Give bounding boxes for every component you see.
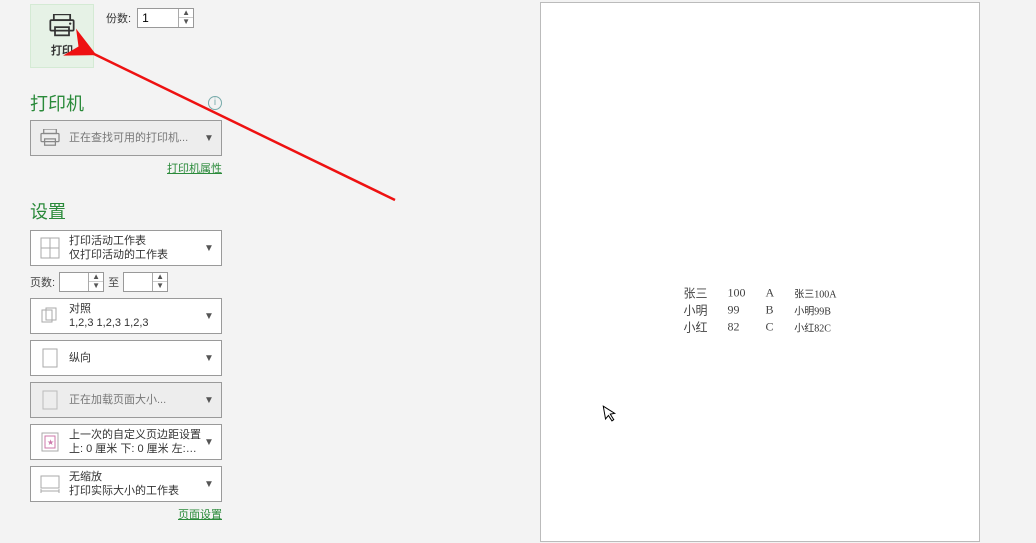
chevron-down-icon: ▼ [201,311,217,322]
margins-dropdown[interactable]: ★ 上一次的自定义页边距设置 上: 0 厘米 下: 0 厘米 左:… ▼ [30,424,222,460]
printer-status: 正在查找可用的打印机... [69,131,201,145]
orientation-dropdown[interactable]: 纵向 ▼ [30,340,222,376]
printer-heading: 打印机 [30,90,84,116]
collate-dropdown[interactable]: 对照 1,2,3 1,2,3 1,2,3 ▼ [30,298,222,334]
portrait-icon [37,348,63,368]
svg-text:★: ★ [47,438,54,447]
pages-to-label: 至 [108,274,119,290]
scaling-dropdown[interactable]: 无缩放 打印实际大小的工作表 ▼ [30,466,222,502]
table-row: 小明99B小明99B [674,301,847,318]
chevron-down-icon: ▼ [201,437,217,448]
printer-icon [48,14,76,38]
chevron-down-icon: ▼ [201,395,217,406]
print-what-dropdown[interactable]: 打印活动工作表 仅打印活动的工作表 ▼ [30,230,222,266]
printer-small-icon [37,129,63,147]
margins-icon: ★ [37,432,63,452]
print-settings-panel: 打印 份数: ▲ ▼ 打印机 i [0,0,230,543]
scaling-icon [37,475,63,493]
chevron-down-icon: ▼ [201,243,217,254]
copies-spinbox[interactable]: ▲ ▼ [137,8,194,28]
pages-to-spinbox[interactable]: ▲▼ [123,272,168,292]
page-size-dropdown[interactable]: 正在加载页面大小... ▼ [30,382,222,418]
print-button-label: 打印 [51,42,73,58]
settings-heading: 设置 [30,198,66,224]
page-setup-link[interactable]: 页面设置 [178,509,222,521]
chevron-down-icon: ▼ [201,479,217,490]
print-preview-area: 张三100A张三100A小明99B小明99B小红82C小红82C [540,0,1036,543]
page-icon [37,390,63,410]
pages-from-spinbox[interactable]: ▲▼ [59,272,104,292]
table-row: 小红82C小红82C [674,318,847,335]
copies-input[interactable] [138,9,178,27]
table-row: 张三100A张三100A [674,284,847,301]
chevron-down-icon: ▼ [201,353,217,364]
pages-label: 页数: [30,274,55,290]
gutter [230,0,540,543]
print-button[interactable]: 打印 [30,4,94,68]
preview-page: 张三100A张三100A小明99B小明99B小红82C小红82C [540,2,980,542]
copies-step-down[interactable]: ▼ [179,18,193,27]
pages-to-input[interactable] [124,273,152,291]
sheet-icon [37,237,63,259]
pages-from-input[interactable] [60,273,88,291]
printer-properties-link[interactable]: 打印机属性 [167,163,222,175]
collate-icon [37,306,63,326]
preview-content: 张三100A张三100A小明99B小明99B小红82C小红82C [674,284,847,335]
chevron-down-icon: ▼ [201,133,217,144]
info-icon[interactable]: i [208,96,222,110]
copies-label: 份数: [106,10,131,26]
printer-dropdown[interactable]: 正在查找可用的打印机... ▼ [30,120,222,156]
